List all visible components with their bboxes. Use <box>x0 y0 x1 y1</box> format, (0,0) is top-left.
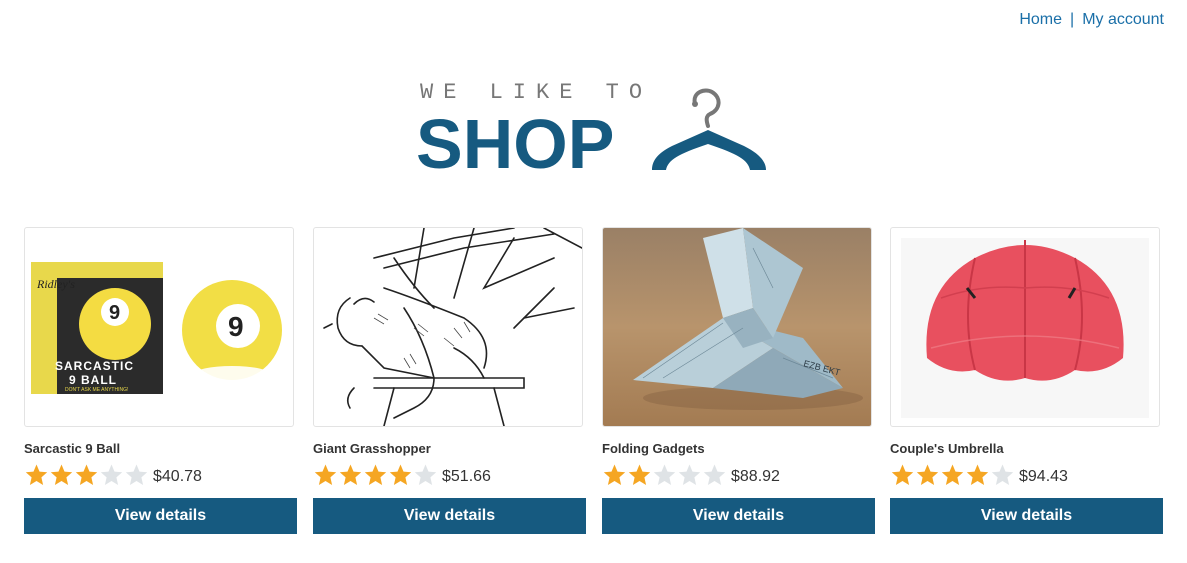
product-name[interactable]: Couple's Umbrella <box>890 441 1163 457</box>
logo-wordmark: SHOP <box>416 105 615 183</box>
view-details-button[interactable]: View details <box>602 498 875 534</box>
giant-grasshopper-image <box>323 228 582 426</box>
ball-number: 9 <box>228 311 244 342</box>
product-price: $51.66 <box>442 468 491 485</box>
star-empty-icon <box>991 464 1014 485</box>
star-filled-icon <box>75 464 98 485</box>
star-filled-icon <box>389 464 412 485</box>
star-filled-icon <box>364 464 387 485</box>
product-price: $88.92 <box>731 468 780 485</box>
view-details-button[interactable]: View details <box>890 498 1163 534</box>
star-filled-icon <box>941 464 964 485</box>
hanger-icon <box>652 88 766 170</box>
star-empty-icon <box>703 464 726 485</box>
view-details-button[interactable]: View details <box>24 498 297 534</box>
box-tagline: DON'T ASK ME ANYTHING! <box>65 387 128 393</box>
rating-row: $51.66 <box>313 462 586 488</box>
product-grid: Ridley's 9 SARCASTIC 9 BALL DON'T ASK ME… <box>24 227 1164 547</box>
product-image[interactable] <box>313 227 583 427</box>
star-rating <box>890 463 1015 487</box>
couples-umbrella-image <box>901 238 1149 418</box>
star-rating <box>602 463 727 487</box>
product-price: $40.78 <box>153 468 202 485</box>
star-filled-icon <box>50 464 73 485</box>
product-name[interactable]: Folding Gadgets <box>602 441 875 457</box>
view-details-button[interactable]: View details <box>313 498 586 534</box>
box-title-line1: SARCASTIC <box>55 359 134 373</box>
rating-row: $94.43 <box>890 462 1163 488</box>
shop-logo: WE LIKE TO SHOP <box>416 80 778 183</box>
star-rating <box>313 463 438 487</box>
box-ball-number: 9 <box>109 302 120 324</box>
product-card: EZB EKT Folding Gadgets $88.92 View deta… <box>602 227 875 534</box>
folding-gadgets-image: EZB EKT <box>603 228 871 426</box>
my-account-link[interactable]: My account <box>1082 11 1164 28</box>
nav-separator: | <box>1070 11 1075 28</box>
product-card: Couple's Umbrella $94.43 View details <box>890 227 1163 534</box>
sarcastic-9-ball-image: Ridley's 9 SARCASTIC 9 BALL DON'T ASK ME… <box>31 262 282 394</box>
star-filled-icon <box>314 464 337 485</box>
box-brand: Ridley's <box>36 277 75 291</box>
star-filled-icon <box>628 464 651 485</box>
box-title-line2: 9 BALL <box>69 373 117 387</box>
product-name[interactable]: Giant Grasshopper <box>313 441 586 457</box>
star-filled-icon <box>603 464 626 485</box>
logo-tagline: WE LIKE TO <box>420 80 653 105</box>
product-image[interactable] <box>890 227 1160 427</box>
home-link[interactable]: Home <box>1019 11 1062 28</box>
star-filled-icon <box>891 464 914 485</box>
top-navigation: Home | My account <box>1019 11 1164 29</box>
star-empty-icon <box>100 464 123 485</box>
star-filled-icon <box>339 464 362 485</box>
star-empty-icon <box>678 464 701 485</box>
star-rating <box>24 463 149 487</box>
rating-row: $40.78 <box>24 462 297 488</box>
star-filled-icon <box>916 464 939 485</box>
product-name[interactable]: Sarcastic 9 Ball <box>24 441 297 457</box>
product-image[interactable]: EZB EKT <box>602 227 872 427</box>
star-empty-icon <box>125 464 148 485</box>
star-filled-icon <box>25 464 48 485</box>
product-card: Ridley's 9 SARCASTIC 9 BALL DON'T ASK ME… <box>24 227 297 534</box>
star-empty-icon <box>653 464 676 485</box>
rating-row: $88.92 <box>602 462 875 488</box>
product-image[interactable]: Ridley's 9 SARCASTIC 9 BALL DON'T ASK ME… <box>24 227 294 427</box>
product-price: $94.43 <box>1019 468 1068 485</box>
star-filled-icon <box>966 464 989 485</box>
product-card: Giant Grasshopper $51.66 View details <box>313 227 586 534</box>
star-empty-icon <box>414 464 437 485</box>
